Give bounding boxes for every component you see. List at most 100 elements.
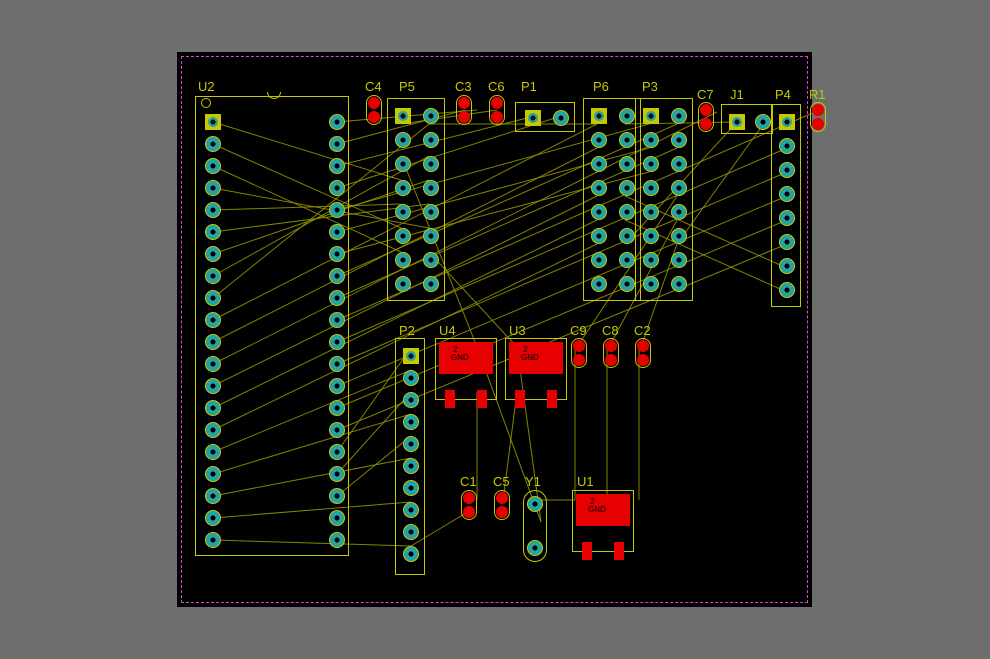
p3-pin-b3[interactable] (671, 156, 687, 172)
u3-body[interactable] (509, 342, 563, 374)
cap-C5-pad1[interactable] (496, 492, 508, 504)
j1-pin-2[interactable] (755, 114, 771, 130)
p3-pin-a2[interactable] (643, 132, 659, 148)
p6-pin-b5[interactable] (619, 204, 635, 220)
u2-pin-R6[interactable] (329, 224, 345, 240)
p4-pin-5[interactable] (779, 210, 795, 226)
y1-pin-1[interactable] (527, 496, 543, 512)
p2-pin-10[interactable] (403, 546, 419, 562)
p5-pin-b7[interactable] (423, 252, 439, 268)
p4-pin-3[interactable] (779, 162, 795, 178)
cap-C6-pad2[interactable] (491, 111, 503, 123)
u1-body[interactable] (576, 494, 630, 526)
p3-pin-b6[interactable] (671, 228, 687, 244)
cap-C2-pad1[interactable] (637, 340, 649, 352)
u2-pin-L3[interactable] (205, 158, 221, 174)
p2-pin-3[interactable] (403, 392, 419, 408)
u2-pin-L1[interactable] (205, 114, 221, 130)
p6-pin-a7[interactable] (591, 252, 607, 268)
u2-pin-L20[interactable] (205, 532, 221, 548)
u2-pin-R16[interactable] (329, 444, 345, 460)
p5-pin-a6[interactable] (395, 228, 411, 244)
p6-pin-a5[interactable] (591, 204, 607, 220)
u2-pin-L8[interactable] (205, 268, 221, 284)
p1-pin-2[interactable] (553, 110, 569, 126)
p4-pin-1[interactable] (779, 114, 795, 130)
u2-pin-R18[interactable] (329, 488, 345, 504)
u2-pin-R11[interactable] (329, 334, 345, 350)
u2-pin-R20[interactable] (329, 532, 345, 548)
p5-pin-b1[interactable] (423, 108, 439, 124)
u2-pin-R9[interactable] (329, 290, 345, 306)
p6-pin-a8[interactable] (591, 276, 607, 292)
p5-pin-a2[interactable] (395, 132, 411, 148)
p4-pin-2[interactable] (779, 138, 795, 154)
j1-pin-1[interactable] (729, 114, 745, 130)
u2-pin-R14[interactable] (329, 400, 345, 416)
p3-pin-a6[interactable] (643, 228, 659, 244)
p3-pin-b8[interactable] (671, 276, 687, 292)
cap-R1-pad1[interactable] (812, 104, 824, 116)
p3-pin-a8[interactable] (643, 276, 659, 292)
u2-pin-R19[interactable] (329, 510, 345, 526)
p3-pin-a3[interactable] (643, 156, 659, 172)
p6-pin-b8[interactable] (619, 276, 635, 292)
u2-pin-R3[interactable] (329, 158, 345, 174)
p5-pin-a4[interactable] (395, 180, 411, 196)
p6-pin-a2[interactable] (591, 132, 607, 148)
cap-C9-pad1[interactable] (573, 340, 585, 352)
p6-pin-a1[interactable] (591, 108, 607, 124)
u1-smd-1[interactable] (582, 542, 592, 560)
p3-pin-a5[interactable] (643, 204, 659, 220)
p2-pin-9[interactable] (403, 524, 419, 540)
cap-C3-pad2[interactable] (458, 111, 470, 123)
p6-pin-b1[interactable] (619, 108, 635, 124)
p2-pin-2[interactable] (403, 370, 419, 386)
u2-pin-R8[interactable] (329, 268, 345, 284)
u2-pin-R12[interactable] (329, 356, 345, 372)
u2-pin-L2[interactable] (205, 136, 221, 152)
p6-pin-a6[interactable] (591, 228, 607, 244)
u2-pin-L4[interactable] (205, 180, 221, 196)
u4-smd-1[interactable] (445, 390, 455, 408)
u3-smd-1[interactable] (515, 390, 525, 408)
cap-R1-pad2[interactable] (812, 118, 824, 130)
p2-pin-7[interactable] (403, 480, 419, 496)
u4-smd-3[interactable] (477, 390, 487, 408)
u2-pin-R10[interactable] (329, 312, 345, 328)
p5-pin-b5[interactable] (423, 204, 439, 220)
cap-C7-pad2[interactable] (700, 118, 712, 130)
p2-pin-8[interactable] (403, 502, 419, 518)
p6-pin-b3[interactable] (619, 156, 635, 172)
p6-pin-b6[interactable] (619, 228, 635, 244)
p5-pin-a7[interactable] (395, 252, 411, 268)
p4-pin-7[interactable] (779, 258, 795, 274)
p3-pin-b4[interactable] (671, 180, 687, 196)
u2-pin-L17[interactable] (205, 466, 221, 482)
p3-pin-a4[interactable] (643, 180, 659, 196)
p4-pin-8[interactable] (779, 282, 795, 298)
p5-pin-a3[interactable] (395, 156, 411, 172)
u2-pin-R13[interactable] (329, 378, 345, 394)
p3-pin-b1[interactable] (671, 108, 687, 124)
cap-C8-pad2[interactable] (605, 354, 617, 366)
u3-smd-3[interactable] (547, 390, 557, 408)
u2-pin-L7[interactable] (205, 246, 221, 262)
u2-pin-L15[interactable] (205, 422, 221, 438)
p3-pin-b7[interactable] (671, 252, 687, 268)
p6-pin-a3[interactable] (591, 156, 607, 172)
cap-C8-pad1[interactable] (605, 340, 617, 352)
p4-pin-6[interactable] (779, 234, 795, 250)
p2-pin-5[interactable] (403, 436, 419, 452)
u2-pin-L5[interactable] (205, 202, 221, 218)
cap-C6-pad1[interactable] (491, 97, 503, 109)
cap-C5-pad2[interactable] (496, 506, 508, 518)
p6-pin-a4[interactable] (591, 180, 607, 196)
u2-pin-L9[interactable] (205, 290, 221, 306)
p3-pin-b5[interactable] (671, 204, 687, 220)
cap-C7-pad1[interactable] (700, 104, 712, 116)
u2-pin-L13[interactable] (205, 378, 221, 394)
cap-C9-pad2[interactable] (573, 354, 585, 366)
p6-pin-b7[interactable] (619, 252, 635, 268)
p6-pin-b2[interactable] (619, 132, 635, 148)
